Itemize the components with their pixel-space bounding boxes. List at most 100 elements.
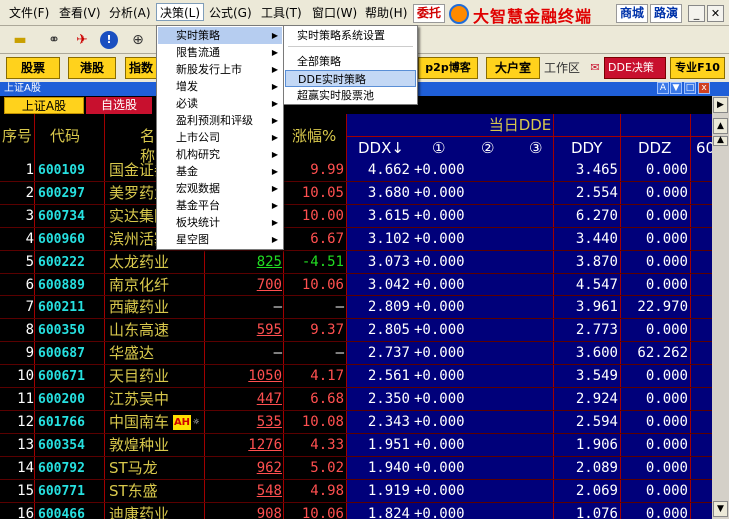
- table-row[interactable]: 5 600222 太龙药业 825 -4.51 3.073 +0.000 3.870 0.000: [0, 251, 712, 274]
- menu-item-decision[interactable]: 增发 ▶: [158, 78, 282, 95]
- header-q3[interactable]: ③: [529, 138, 542, 158]
- header-ddx[interactable]: DDX↓: [358, 138, 404, 158]
- menu-decision[interactable]: 决策(L): [156, 3, 205, 21]
- menu-item-decision[interactable]: 必读 ▶: [158, 95, 282, 112]
- menu-item-decision[interactable]: 实时策略 ▶: [158, 27, 282, 44]
- dde-ddy: 6.270: [575, 207, 618, 224]
- tab-shanghai-a[interactable]: 上证A股: [4, 97, 84, 114]
- close-small-icon[interactable]: x: [698, 82, 710, 94]
- stock-code: 600734: [38, 208, 85, 224]
- restore-small-icon[interactable]: A: [657, 82, 669, 94]
- stock-code: 600200: [38, 392, 85, 407]
- vertical-scrollbar[interactable]: ▶ ▲ ▲ ▼: [712, 96, 729, 519]
- p2p-blog-button[interactable]: p2p博客: [418, 57, 478, 79]
- hk-stocks-button[interactable]: 港股: [68, 57, 116, 79]
- menu-item-decision[interactable]: 上市公司 ▶: [158, 129, 282, 146]
- table-row[interactable]: 1 600109 国金证券 9.99 4.662 +0.000 3.465 0.000: [0, 159, 712, 182]
- menu-item-all-strategies[interactable]: 全部策略: [285, 53, 416, 70]
- menu-item-decision[interactable]: 机构研究 ▶: [158, 146, 282, 163]
- menu-view[interactable]: 查看(V): [56, 4, 104, 22]
- header-q2[interactable]: ②: [481, 138, 494, 158]
- alarm-icon[interactable]: ✈: [72, 30, 92, 50]
- minimize-icon[interactable]: _: [688, 5, 705, 22]
- submenu-arrow-icon: ▶: [271, 116, 278, 125]
- mail-icon[interactable]: ✉: [585, 58, 605, 78]
- dde-ddx: 4.662: [367, 162, 410, 178]
- menu-item-decision[interactable]: 盈利预测和评级 ▶: [158, 112, 282, 129]
- menu-item-decision[interactable]: 宏观数据 ▶: [158, 180, 282, 197]
- header-ddz[interactable]: DDZ: [638, 138, 671, 158]
- table-row[interactable]: 10 600671 天目药业 1050 4.17 2.561 +0.000 3.549 0.00…: [0, 365, 712, 388]
- header-change[interactable]: 涨幅%: [292, 126, 336, 146]
- menu-item-super-pool[interactable]: 超赢实时股票池: [285, 87, 416, 104]
- store-button[interactable]: 商城: [616, 4, 648, 23]
- menu-window[interactable]: 窗口(W): [309, 4, 360, 22]
- table-row[interactable]: 2 600297 美罗药业 10.05 3.680 +0.000 2.554 0.000: [0, 182, 712, 205]
- stock-change: 9.37: [310, 322, 344, 339]
- folder-icon[interactable]: ▬: [10, 30, 30, 50]
- menu-item-decision[interactable]: 基金平台 ▶: [158, 197, 282, 214]
- menu-help[interactable]: 帮助(H): [362, 4, 410, 22]
- dde-ddx: 2.737: [367, 345, 410, 362]
- table-row[interactable]: 14 600792 ST马龙 962 5.02 1.940 +0.000 2.089 0.000: [0, 457, 712, 480]
- menu-item-decision[interactable]: 限售流通 ▶: [158, 44, 282, 61]
- header-seq[interactable]: 序号: [0, 126, 34, 146]
- entrust-button[interactable]: 委托: [413, 4, 445, 23]
- table-row[interactable]: 3 600734 实达集团 10.00 3.615 +0.000 6.270 0.000: [0, 205, 712, 228]
- scroll-top-icon[interactable]: ▲: [713, 136, 728, 146]
- scroll-right-icon[interactable]: ▶: [713, 97, 728, 113]
- menu-item-label: 上市公司: [176, 131, 220, 144]
- pro-f10-button[interactable]: 专业F10: [670, 57, 725, 79]
- minimize-small-icon[interactable]: ▼: [670, 82, 682, 94]
- scroll-down-icon[interactable]: ▼: [713, 501, 728, 517]
- table-row[interactable]: 11 600200 江苏吴中 447 6.68 2.350 +0.000 2.924 0.000: [0, 388, 712, 411]
- menu-item-decision[interactable]: 板块统计 ▶: [158, 214, 282, 231]
- menu-formula[interactable]: 公式(G): [206, 4, 255, 22]
- submenu-arrow-icon: ▶: [271, 218, 278, 227]
- dde-ddz: 0.000: [645, 413, 688, 430]
- header-60[interactable]: 60: [696, 138, 712, 158]
- table-row[interactable]: 16 600466 迪康药业 908 10.06 1.824 +0.000 1.076 0.00…: [0, 503, 712, 519]
- tab-watchlist[interactable]: 自选股: [86, 97, 152, 114]
- table-row[interactable]: 4 600960 滨州活塞 6.67 3.102 +0.000 3.440 0.000: [0, 228, 712, 251]
- table-row[interactable]: 9 600687 华盛达 — — 2.737 +0.000 3.600 62.262: [0, 342, 712, 365]
- dde-ddx: 2.809: [367, 299, 410, 316]
- menu-item-dde-strategy[interactable]: DDE实时策略: [285, 70, 416, 87]
- stock-change: —: [335, 299, 344, 316]
- menu-file[interactable]: 文件(F): [6, 4, 52, 22]
- stock-name: 江苏吴中: [109, 390, 170, 408]
- stock-name: 华盛达: [109, 344, 155, 363]
- menu-item-decision[interactable]: 新股发行上市 ▶: [158, 61, 282, 78]
- tool-icon[interactable]: ⊕: [128, 30, 148, 50]
- index-button[interactable]: 指数: [125, 57, 157, 79]
- stock-change: -4.51: [301, 253, 344, 270]
- stock-change: 4.17: [310, 368, 344, 385]
- header-ddy[interactable]: DDY: [571, 138, 602, 158]
- menu-item-strategy-settings[interactable]: 实时策略系统设置: [285, 27, 416, 44]
- table-row[interactable]: 13 600354 敦煌种业 1276 4.33 1.951 +0.000 1.906 0.00…: [0, 434, 712, 457]
- table-row[interactable]: 15 600771 ST东盛 548 4.98 1.919 +0.000 2.069 0.000: [0, 480, 712, 503]
- stocks-button[interactable]: 股票: [6, 57, 60, 79]
- header-code[interactable]: 代码: [50, 126, 80, 146]
- roadshow-button[interactable]: 路演: [650, 4, 682, 23]
- maximize-small-icon[interactable]: □: [684, 82, 696, 94]
- stock-change: 10.08: [301, 413, 344, 430]
- dde-decision-button[interactable]: DDE决策: [604, 57, 666, 79]
- scroll-up-icon[interactable]: ▲: [713, 118, 728, 134]
- info-icon[interactable]: !: [100, 31, 118, 49]
- binoculars-icon[interactable]: ⚭: [44, 30, 64, 50]
- table-row[interactable]: 12 601766 中国南车 535 10.08 2.343 +0.000 2.594 0.00…: [0, 411, 712, 434]
- menu-item-decision[interactable]: 星空图 ▶: [158, 231, 282, 248]
- dde-ddx: 3.615: [367, 207, 410, 224]
- menu-analysis[interactable]: 分析(A): [106, 4, 154, 22]
- workspace-label[interactable]: 工作区: [544, 57, 580, 79]
- header-q1[interactable]: ①: [432, 138, 445, 158]
- table-row[interactable]: 6 600889 南京化纤 700 10.06 3.042 +0.000 4.547 0.000: [0, 274, 712, 297]
- menu-tools[interactable]: 工具(T): [258, 4, 305, 22]
- table-row[interactable]: 8 600350 山东高速 595 9.37 2.805 +0.000 2.773 0.000: [0, 319, 712, 342]
- close-icon[interactable]: ✕: [707, 5, 724, 22]
- table-row[interactable]: 7 600211 西藏药业 — — 2.809 +0.000 3.961 22.970: [0, 296, 712, 319]
- dde-q1: +0.000: [414, 436, 465, 453]
- menu-item-decision[interactable]: 基金 ▶: [158, 163, 282, 180]
- dahushi-button[interactable]: 大户室: [486, 57, 540, 79]
